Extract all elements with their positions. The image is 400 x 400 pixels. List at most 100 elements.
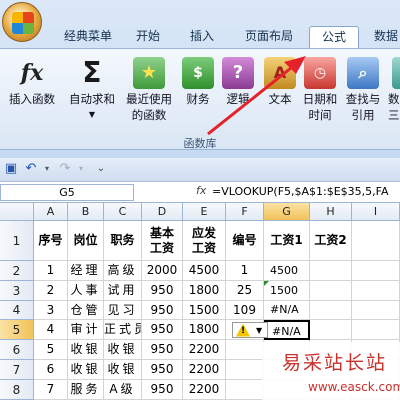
table-cell[interactable] <box>310 261 352 281</box>
table-cell[interactable]: 4500 <box>183 261 226 281</box>
table-cell[interactable] <box>226 360 264 380</box>
header-cell[interactable]: 基本 工资 <box>142 221 183 261</box>
row-header-1[interactable]: 1 <box>0 221 34 261</box>
row-header-4[interactable]: 4 <box>0 301 34 320</box>
active-cell[interactable]: #N/A <box>264 320 310 340</box>
table-cell[interactable] <box>352 281 400 301</box>
table-cell[interactable]: 950 <box>142 340 183 360</box>
table-cell[interactable]: 收银 <box>104 360 142 380</box>
table-cell[interactable]: 经理 <box>68 261 104 281</box>
column-header-b[interactable]: B <box>68 203 104 221</box>
table-cell[interactable] <box>310 320 352 340</box>
table-cell[interactable]: 6 <box>34 360 68 380</box>
table-cell[interactable]: 5 <box>34 340 68 360</box>
header-cell[interactable]: 职务 <box>104 221 142 261</box>
table-cell[interactable] <box>352 320 400 340</box>
header-cell[interactable]: 应发 工资 <box>183 221 226 261</box>
save-icon[interactable]: ▣ <box>4 162 18 176</box>
header-cell[interactable]: 序号 <box>34 221 68 261</box>
table-cell[interactable]: 2200 <box>183 340 226 360</box>
table-cell[interactable]: 审计 <box>68 320 104 340</box>
table-cell[interactable] <box>352 261 400 281</box>
office-button[interactable] <box>2 2 42 42</box>
financial-button[interactable]: $ 财务 <box>180 57 216 107</box>
date-time-button[interactable]: ◷ 日期和 时间 <box>300 57 340 123</box>
insert-function-button[interactable]: fx 插入函数 <box>6 57 58 107</box>
table-cell[interactable]: #N/A <box>264 301 310 320</box>
table-cell[interactable]: 1500 <box>264 281 310 301</box>
table-cell[interactable]: 950 <box>142 301 183 320</box>
table-cell[interactable]: 仓管 <box>68 301 104 320</box>
header-cell[interactable]: 编号 <box>226 221 264 261</box>
table-cell[interactable]: 收银 <box>104 340 142 360</box>
column-header-d[interactable]: D <box>142 203 183 221</box>
table-cell[interactable]: A级 <box>104 380 142 400</box>
tab-page-layout[interactable]: 页面布局 <box>234 26 304 48</box>
table-cell[interactable]: 2200 <box>183 380 226 400</box>
fx-formula-icon[interactable]: fx <box>196 184 206 197</box>
table-cell[interactable]: 109 <box>226 301 264 320</box>
table-cell[interactable]: 7 <box>34 380 68 400</box>
header-cell[interactable]: 工资1 <box>264 221 310 261</box>
undo-dropdown-icon[interactable]: ▾ <box>40 162 54 176</box>
column-header-a[interactable]: A <box>34 203 68 221</box>
table-cell[interactable]: 25 <box>226 281 264 301</box>
table-cell[interactable]: 人事 <box>68 281 104 301</box>
logical-button[interactable]: ? 逻辑 <box>220 57 256 107</box>
tab-classic-menu[interactable]: 经典菜单 <box>52 26 124 48</box>
table-cell[interactable]: 1500 <box>183 301 226 320</box>
recently-used-button[interactable]: ★ 最近使用 的函数 <box>122 57 176 123</box>
row-header-6[interactable]: 6 <box>0 340 34 360</box>
table-cell[interactable] <box>226 380 264 400</box>
table-cell[interactable]: 高级 <box>104 261 142 281</box>
table-cell[interactable]: 收银 <box>68 340 104 360</box>
tab-insert[interactable]: 插入 <box>180 26 224 48</box>
table-cell[interactable]: 950 <box>142 360 183 380</box>
table-cell[interactable]: 1 <box>226 261 264 281</box>
undo-icon[interactable]: ↶ <box>24 162 38 176</box>
table-cell[interactable]: 950 <box>142 320 183 340</box>
column-header-g[interactable]: G <box>264 203 310 221</box>
redo-dropdown-icon[interactable]: ▾ <box>74 162 88 176</box>
select-all-corner[interactable] <box>0 203 34 221</box>
table-cell[interactable]: 950 <box>142 380 183 400</box>
table-cell[interactable]: 1800 <box>183 281 226 301</box>
table-cell[interactable]: 1800 <box>183 320 226 340</box>
row-header-3[interactable]: 3 <box>0 281 34 301</box>
header-cell[interactable]: 岗位 <box>68 221 104 261</box>
redo-icon[interactable]: ↷ <box>58 162 72 176</box>
table-cell[interactable]: 3 <box>34 301 68 320</box>
tab-home[interactable]: 开始 <box>126 26 170 48</box>
column-header-h[interactable]: H <box>310 203 352 221</box>
autosum-button[interactable]: Σ 自动求和 ▼ <box>66 57 118 123</box>
tab-data[interactable]: 数据 <box>366 26 400 48</box>
table-cell[interactable]: 1 <box>34 261 68 281</box>
header-cell[interactable] <box>352 221 400 261</box>
header-cell[interactable]: 工资2 <box>310 221 352 261</box>
lookup-reference-button[interactable]: ⌕ 查找与 引用 <box>342 57 384 123</box>
table-cell[interactable]: 2000 <box>142 261 183 281</box>
formula-input[interactable]: =VLOOKUP(F5,$A$1:$E$35,5,FA <box>212 185 389 198</box>
column-header-c[interactable]: C <box>104 203 142 221</box>
column-header-e[interactable]: E <box>183 203 226 221</box>
table-cell[interactable] <box>226 340 264 360</box>
error-smart-tag[interactable]: ! ▼ <box>232 322 268 338</box>
table-cell[interactable]: 见习 <box>104 301 142 320</box>
table-cell[interactable]: 2 <box>34 281 68 301</box>
name-box[interactable]: G5 <box>0 184 134 201</box>
table-cell[interactable]: 2200 <box>183 360 226 380</box>
table-cell[interactable]: 4500 <box>264 261 310 281</box>
column-header-i[interactable]: I <box>352 203 400 221</box>
customize-qat-icon[interactable]: ⌄ <box>94 162 108 176</box>
tab-formulas[interactable]: 公式 <box>309 26 359 50</box>
table-cell[interactable]: 4 <box>34 320 68 340</box>
row-header-7[interactable]: 7 <box>0 360 34 380</box>
row-header-2[interactable]: 2 <box>0 261 34 281</box>
table-cell[interactable]: 收银 <box>68 360 104 380</box>
table-cell[interactable]: 正式员 <box>104 320 142 340</box>
table-cell[interactable]: 试用 <box>104 281 142 301</box>
table-cell[interactable] <box>310 281 352 301</box>
table-cell[interactable]: 950 <box>142 281 183 301</box>
table-cell[interactable]: 服务 <box>68 380 104 400</box>
column-header-f[interactable]: F <box>226 203 264 221</box>
